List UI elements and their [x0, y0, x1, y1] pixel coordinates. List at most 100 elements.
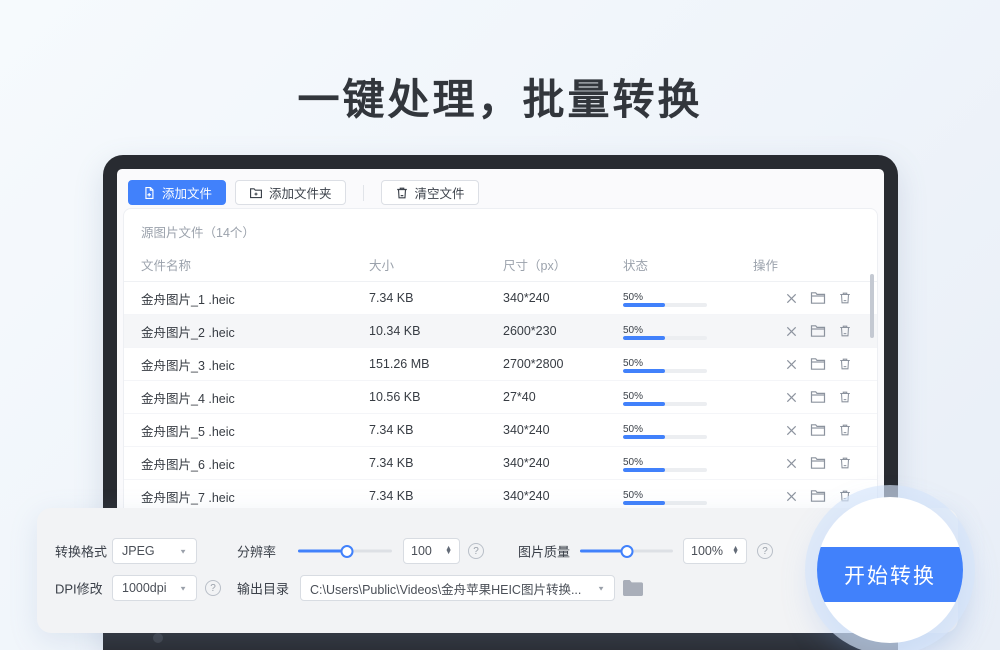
quality-help-icon[interactable]: ? — [757, 543, 773, 559]
open-folder-icon[interactable] — [810, 356, 826, 372]
progress-track — [623, 369, 707, 373]
progress-label: 50% — [623, 490, 643, 501]
progress-label: 50% — [623, 391, 643, 402]
delete-icon[interactable] — [837, 356, 853, 372]
open-folder-icon[interactable] — [810, 323, 826, 339]
cancel-icon[interactable] — [783, 455, 799, 471]
progress: 50% — [623, 289, 707, 307]
resolution-slider[interactable] — [298, 550, 392, 553]
trash-icon — [395, 186, 409, 200]
col-filename: 文件名称 — [141, 255, 369, 274]
file-name: 金舟图片_1 .heic — [141, 289, 369, 308]
output-dir-select[interactable]: C:\Users\Public\Videos\金舟苹果HEIC图片转换... ▼ — [300, 575, 615, 601]
cancel-icon[interactable] — [783, 356, 799, 372]
progress-fill — [623, 336, 665, 340]
file-size: 7.34 KB — [369, 423, 503, 437]
file-name: 金舟图片_7 .heic — [141, 487, 369, 506]
file-name: 金舟图片_3 .heic — [141, 355, 369, 374]
page-title: 一键处理，批量转换 — [0, 66, 1000, 127]
start-convert-button[interactable]: 开始转换 — [817, 497, 963, 643]
row-actions — [753, 389, 877, 405]
row-actions — [753, 422, 877, 438]
resolution-help-icon[interactable]: ? — [468, 543, 484, 559]
progress-fill — [623, 501, 665, 505]
resolution-value: 100 — [411, 544, 432, 558]
file-dimensions: 2600*230 — [503, 324, 623, 338]
open-folder-icon[interactable] — [810, 389, 826, 405]
progress-track — [623, 501, 707, 505]
open-folder-icon[interactable] — [810, 488, 826, 504]
quality-input[interactable]: 100% ▲ ▼ — [683, 538, 747, 564]
file-name: 金舟图片_5 .heic — [141, 421, 369, 440]
open-folder-icon[interactable] — [810, 290, 826, 306]
progress: 50% — [623, 421, 707, 439]
row-actions — [753, 488, 877, 504]
quality-label: 图片质量 — [518, 542, 570, 561]
table-row: 金舟图片_3 .heic 151.26 MB 2700*2800 50% — [124, 348, 877, 381]
delete-icon[interactable] — [837, 488, 853, 504]
clear-files-button[interactable]: 清空文件 — [381, 180, 479, 205]
cancel-icon[interactable] — [783, 323, 799, 339]
dpi-help-icon[interactable]: ? — [205, 580, 221, 596]
progress-track — [623, 402, 707, 406]
file-name: 金舟图片_6 .heic — [141, 454, 369, 473]
quality-slider[interactable] — [580, 550, 673, 553]
progress: 50% — [623, 322, 707, 340]
open-folder-icon[interactable] — [810, 422, 826, 438]
delete-icon[interactable] — [837, 455, 853, 471]
toolbar-divider — [363, 185, 364, 201]
progress-track — [623, 303, 707, 307]
col-status: 状态 — [623, 255, 753, 274]
file-dimensions: 340*240 — [503, 423, 623, 437]
quality-slider-thumb[interactable] — [620, 545, 633, 558]
stepper-down-icon[interactable]: ▼ — [732, 551, 739, 555]
delete-icon[interactable] — [837, 422, 853, 438]
cancel-icon[interactable] — [783, 422, 799, 438]
progress: 50% — [623, 388, 707, 406]
chevron-down-icon: ▼ — [179, 547, 187, 554]
stepper-down-icon[interactable]: ▼ — [445, 551, 452, 555]
vertical-scrollbar[interactable] — [870, 274, 874, 338]
table-row: 金舟图片_5 .heic 7.34 KB 340*240 50% — [124, 414, 877, 447]
add-folder-label: 添加文件夹 — [269, 183, 332, 202]
col-size: 大小 — [369, 255, 503, 274]
table-row: 金舟图片_4 .heic 10.56 KB 27*40 50% — [124, 381, 877, 414]
file-name: 金舟图片_2 .heic — [141, 322, 369, 341]
cancel-icon[interactable] — [783, 488, 799, 504]
browse-folder-button[interactable] — [622, 578, 644, 598]
dpi-value: 1000dpi — [122, 581, 167, 595]
stepper-icon[interactable]: ▲ ▼ — [445, 547, 452, 556]
add-files-button[interactable]: 添加文件 — [128, 180, 226, 205]
cancel-icon[interactable] — [783, 389, 799, 405]
file-size: 151.26 MB — [369, 357, 503, 371]
progress-label: 50% — [623, 325, 643, 336]
file-name: 金舟图片_4 .heic — [141, 388, 369, 407]
dpi-label: DPI修改 — [55, 579, 103, 598]
file-size: 7.34 KB — [369, 489, 503, 503]
quality-value: 100% — [691, 544, 723, 558]
delete-icon[interactable] — [837, 323, 853, 339]
delete-icon[interactable] — [837, 389, 853, 405]
table-header: 文件名称 大小 尺寸（px） 状态 操作 — [124, 248, 877, 282]
open-folder-icon[interactable] — [810, 455, 826, 471]
row-actions — [753, 290, 877, 306]
progress-track — [623, 435, 707, 439]
row-actions — [753, 455, 877, 471]
cancel-icon[interactable] — [783, 290, 799, 306]
file-size: 7.34 KB — [369, 291, 503, 305]
format-select[interactable]: JPEG ▼ — [112, 538, 197, 564]
resolution-input[interactable]: 100 ▲ ▼ — [403, 538, 460, 564]
progress-label: 50% — [623, 292, 643, 303]
dpi-select[interactable]: 1000dpi ▼ — [112, 575, 197, 601]
progress: 50% — [623, 454, 707, 472]
chevron-down-icon: ▼ — [597, 584, 605, 591]
delete-icon[interactable] — [837, 290, 853, 306]
folder-plus-icon — [249, 186, 263, 200]
resolution-label: 分辨率 — [237, 542, 276, 561]
resolution-slider-thumb[interactable] — [340, 545, 353, 558]
stepper-icon[interactable]: ▲ ▼ — [732, 547, 739, 556]
file-dimensions: 340*240 — [503, 291, 623, 305]
progress: 50% — [623, 355, 707, 373]
add-folder-button[interactable]: 添加文件夹 — [235, 180, 346, 205]
table-row: 金舟图片_2 .heic 10.34 KB 2600*230 50% — [124, 315, 877, 348]
